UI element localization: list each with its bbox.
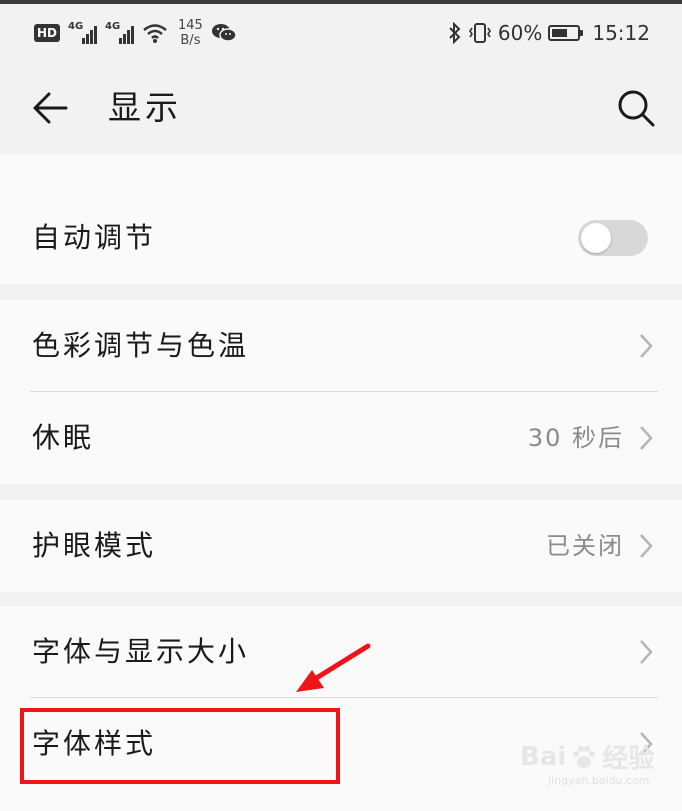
- battery-percent: 60%: [497, 21, 543, 45]
- clock: 15:12: [592, 21, 650, 45]
- status-bar-right: 60% 15:12: [448, 16, 650, 50]
- network-speed-unit: B/s: [180, 33, 201, 48]
- watermark-brand: Bai: [520, 741, 567, 772]
- signal-icon: 4G: [68, 21, 98, 44]
- auto-adjust-toggle[interactable]: [578, 220, 648, 256]
- network-speed-value: 145: [178, 18, 203, 33]
- status-bar: HD 4G 4G 145 B/s 60% 15:12: [0, 4, 682, 62]
- setting-value: 已关闭: [546, 532, 624, 560]
- chevron-right-icon: [640, 334, 653, 358]
- setting-row-eye-comfort[interactable]: 护眼模式 已关闭: [0, 500, 682, 592]
- signal-icon: 4G: [105, 21, 135, 44]
- watermark-url: jingyan.baidu.com: [548, 774, 650, 787]
- setting-row-auto-adjust[interactable]: 自动调节: [0, 192, 682, 284]
- setting-value: 30 秒后: [527, 424, 624, 452]
- signal-label: 4G: [68, 21, 84, 32]
- settings-card-color-sleep: 色彩调节与色温 休眠 30 秒后: [0, 300, 682, 484]
- network-speed: 145 B/s: [178, 18, 203, 48]
- status-bar-left: HD 4G 4G 145 B/s: [34, 16, 237, 50]
- settings-card-brightness: 自动调节: [0, 154, 682, 284]
- signal-label: 4G: [105, 21, 121, 32]
- setting-label: 自动调节: [32, 221, 157, 254]
- setting-label: 护眼模式: [32, 529, 157, 562]
- chevron-right-icon: [640, 426, 653, 450]
- app-header: 显示: [0, 62, 682, 154]
- wifi-icon: [143, 24, 167, 43]
- paw-logo-icon: [573, 745, 596, 768]
- battery-icon: [548, 25, 584, 41]
- search-icon[interactable]: [616, 88, 656, 128]
- annotation-arrow-icon: [296, 643, 371, 692]
- wechat-icon: [211, 24, 237, 42]
- setting-label: 字体样式: [32, 727, 157, 760]
- baidu-watermark: Bai 经验 jingyan.baidu.com: [520, 738, 655, 788]
- setting-label: 色彩调节与色温: [32, 329, 250, 362]
- chevron-right-icon: [640, 640, 653, 664]
- battery-fill: [552, 29, 567, 37]
- setting-row-sleep[interactable]: 休眠 30 秒后: [0, 392, 682, 484]
- setting-label: 休眠: [32, 421, 95, 454]
- toggle-knob: [581, 223, 611, 253]
- arrow-left-icon[interactable]: [30, 90, 70, 126]
- setting-row-color-temperature[interactable]: 色彩调节与色温: [0, 300, 682, 392]
- watermark-brand-suffix: 经验: [602, 744, 655, 774]
- bluetooth-icon: [449, 22, 461, 44]
- settings-card-eye-comfort: 护眼模式 已关闭: [0, 500, 682, 592]
- vibrate-icon: [468, 23, 491, 43]
- hd-icon: HD: [34, 24, 61, 42]
- page-title: 显示: [108, 88, 182, 127]
- chevron-right-icon: [640, 534, 653, 558]
- setting-label: 字体与显示大小: [32, 635, 250, 668]
